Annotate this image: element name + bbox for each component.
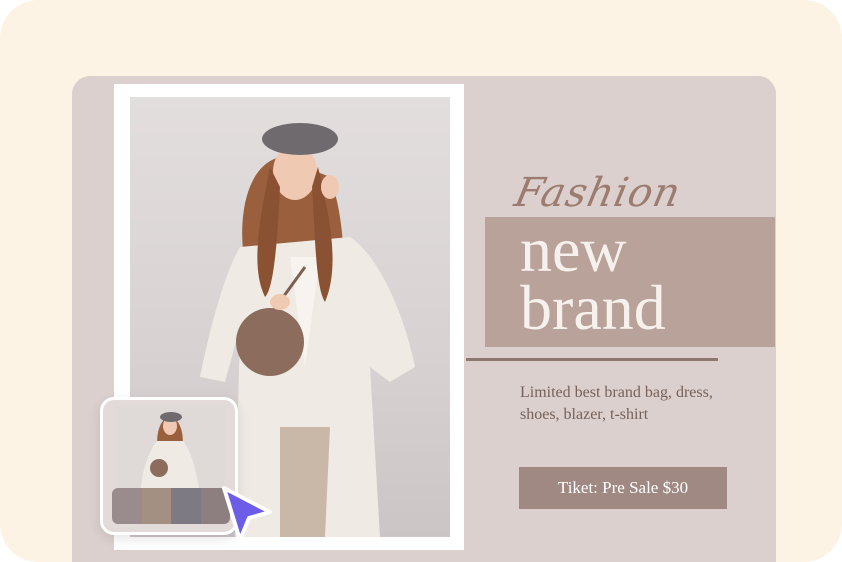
thumbnail-photo (115, 406, 225, 488)
swatch-2[interactable] (141, 488, 171, 524)
banner-description: Limited best brand bag, dress, shoes, bl… (520, 384, 713, 423)
pointer-cursor-icon (218, 484, 276, 546)
divider-line (466, 358, 718, 361)
swatch-1[interactable] (112, 488, 142, 524)
thumbnail-figure (141, 412, 199, 488)
title-line-brand: brand (520, 272, 666, 343)
swatch-3[interactable] (171, 488, 201, 524)
ticket-button[interactable]: Tiket: Pre Sale $30 (519, 467, 727, 509)
color-swatch-strip (112, 488, 230, 524)
